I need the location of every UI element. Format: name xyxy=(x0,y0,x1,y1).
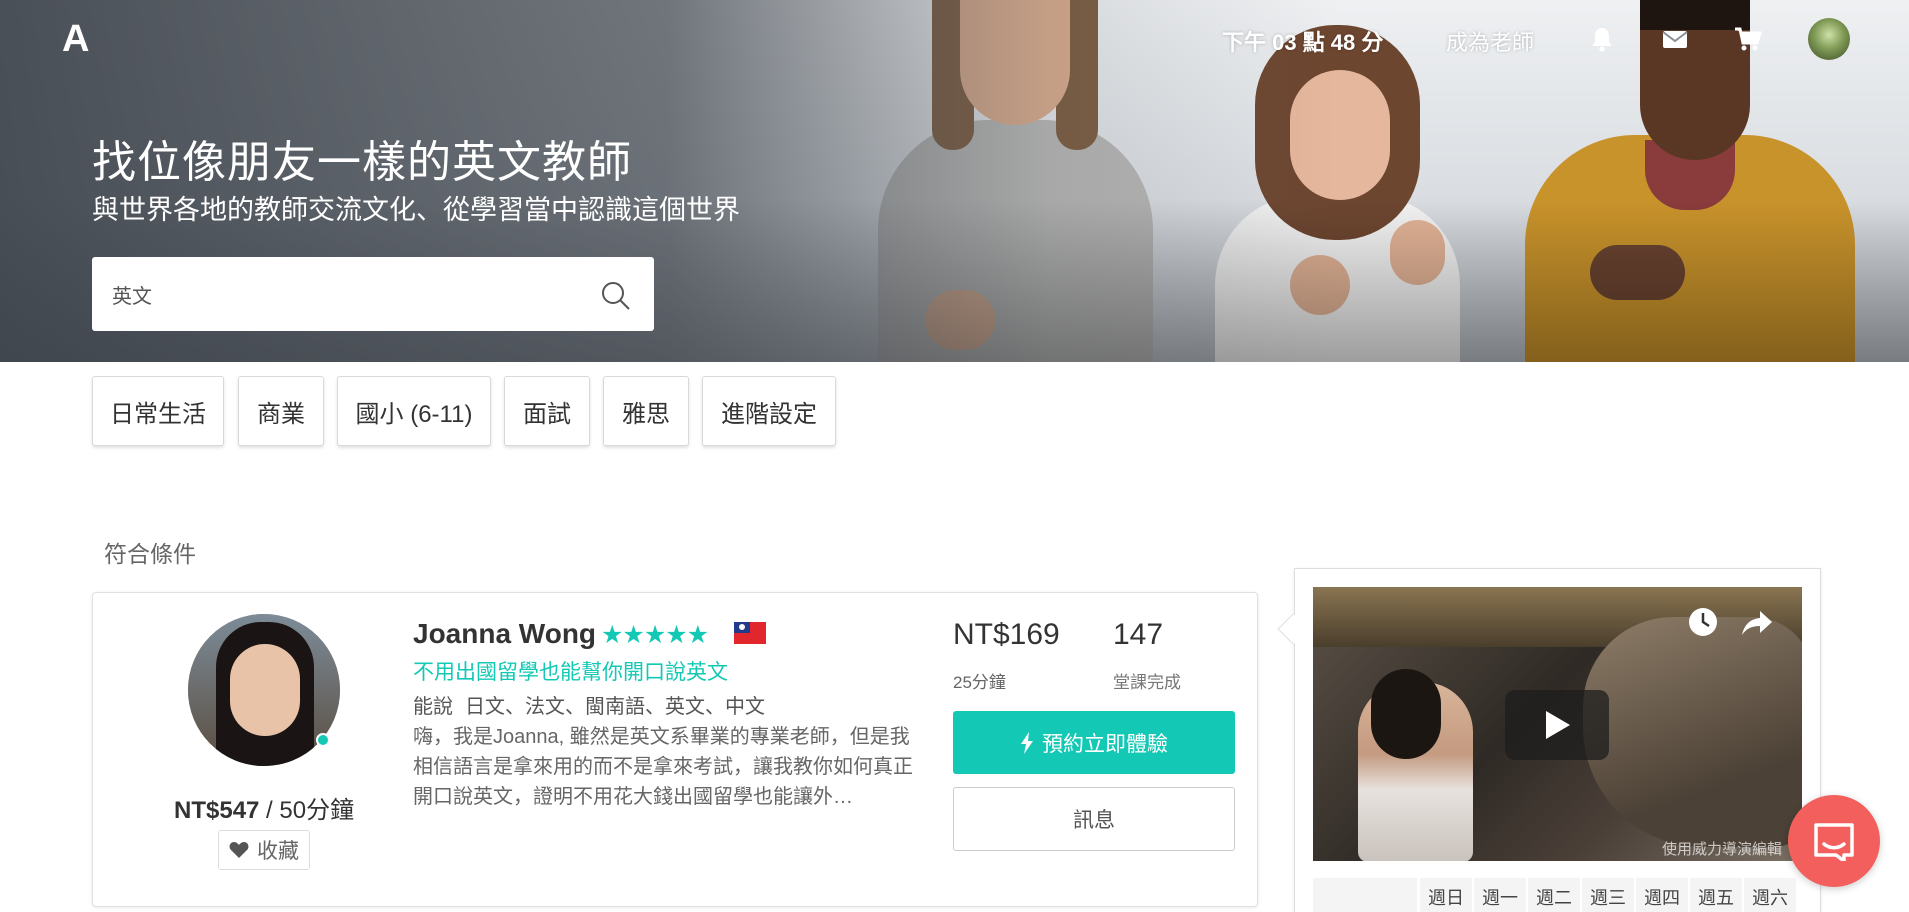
user-avatar[interactable] xyxy=(1808,18,1850,60)
schedule-day-sun: 週日 xyxy=(1420,878,1472,912)
filter-business[interactable]: 商業 xyxy=(238,376,324,446)
video-watermark: 使用威力導演編輯 xyxy=(1662,841,1783,858)
video-scene xyxy=(1371,669,1441,759)
schedule-day-fri: 週五 xyxy=(1690,878,1742,912)
teacher-name[interactable]: Joanna Wong xyxy=(413,618,596,650)
chat-widget-button[interactable] xyxy=(1788,795,1880,887)
schedule-day-sat: 週六 xyxy=(1744,878,1796,912)
schedule-day-tue: 週二 xyxy=(1528,878,1580,912)
teacher-languages: 能說 日文、法文、閩南語、英文、中文 xyxy=(413,690,765,719)
search-icon[interactable] xyxy=(600,280,632,312)
online-status-dot xyxy=(316,733,330,747)
site-logo[interactable]: A xyxy=(62,20,98,58)
filter-daily-life[interactable]: 日常生活 xyxy=(92,376,224,446)
rating-stars: ★★★★★ xyxy=(601,621,709,649)
watch-later-icon[interactable] xyxy=(1687,606,1719,638)
regular-price-amount: NT$547 xyxy=(174,797,260,824)
search-input[interactable] xyxy=(112,275,582,313)
share-icon[interactable] xyxy=(1740,607,1774,639)
lessons-count: 147 xyxy=(1113,618,1164,651)
filter-ielts[interactable]: 雅思 xyxy=(603,376,689,446)
message-button[interactable]: 訊息 xyxy=(953,787,1235,851)
chat-icon xyxy=(1814,823,1854,861)
trial-duration: 25分鐘 xyxy=(953,673,1006,692)
speaks-label: 能說 xyxy=(413,696,453,718)
filter-advanced-settings[interactable]: 進階設定 xyxy=(702,376,836,446)
bell-icon[interactable] xyxy=(1587,24,1617,54)
play-icon xyxy=(1546,711,1570,739)
teacher-photo-face xyxy=(230,644,300,736)
become-teacher-link[interactable]: 成為老師 xyxy=(1446,25,1534,57)
trial-price: NT$169 xyxy=(953,618,1060,651)
regular-price: NT$547 / 50分鐘 xyxy=(174,790,354,825)
regular-price-duration: / 50分鐘 xyxy=(259,797,355,824)
book-trial-button[interactable]: 預約立即體驗 xyxy=(953,711,1235,774)
local-time: 下午 03 點 48 分 xyxy=(1222,30,1384,55)
results-heading: 符合條件 xyxy=(104,541,196,567)
teacher-description: 嗨，我是Joanna, 雖然是英文系畢業的專業老師，但是我相信語言是拿來用的而不… xyxy=(413,726,913,808)
favorite-button[interactable]: 收藏 xyxy=(218,830,310,870)
video-scene xyxy=(1583,617,1802,847)
favorite-label: 收藏 xyxy=(257,840,299,863)
filter-interview[interactable]: 面試 xyxy=(504,376,590,446)
play-button[interactable] xyxy=(1505,690,1609,760)
languages-list: 日文、法文、閩南語、英文、中文 xyxy=(465,696,765,718)
lessons-label: 堂課完成 xyxy=(1113,673,1181,692)
search-box[interactable] xyxy=(92,257,654,331)
hero-subtitle: 與世界各地的教師交流文化、從學習當中認識這個世界 xyxy=(92,195,740,225)
teacher-tagline: 不用出國留學也能幫你開口說英文 xyxy=(413,661,728,684)
schedule-corner xyxy=(1313,878,1417,912)
cart-icon[interactable] xyxy=(1733,24,1763,54)
heart-icon xyxy=(229,842,249,858)
mail-icon[interactable] xyxy=(1660,24,1690,54)
schedule-day-thu: 週四 xyxy=(1636,878,1688,912)
hero-title: 找位像朋友一樣的英文教師 xyxy=(92,138,632,187)
flag-sun xyxy=(739,624,745,630)
taiwan-flag-icon xyxy=(734,622,766,644)
filter-elementary[interactable]: 國小 (6-11) xyxy=(337,376,491,446)
lightning-icon xyxy=(1021,731,1033,754)
book-trial-label: 預約立即體驗 xyxy=(1042,732,1168,756)
schedule-day-wed: 週三 xyxy=(1582,878,1634,912)
schedule-day-mon: 週一 xyxy=(1474,878,1526,912)
